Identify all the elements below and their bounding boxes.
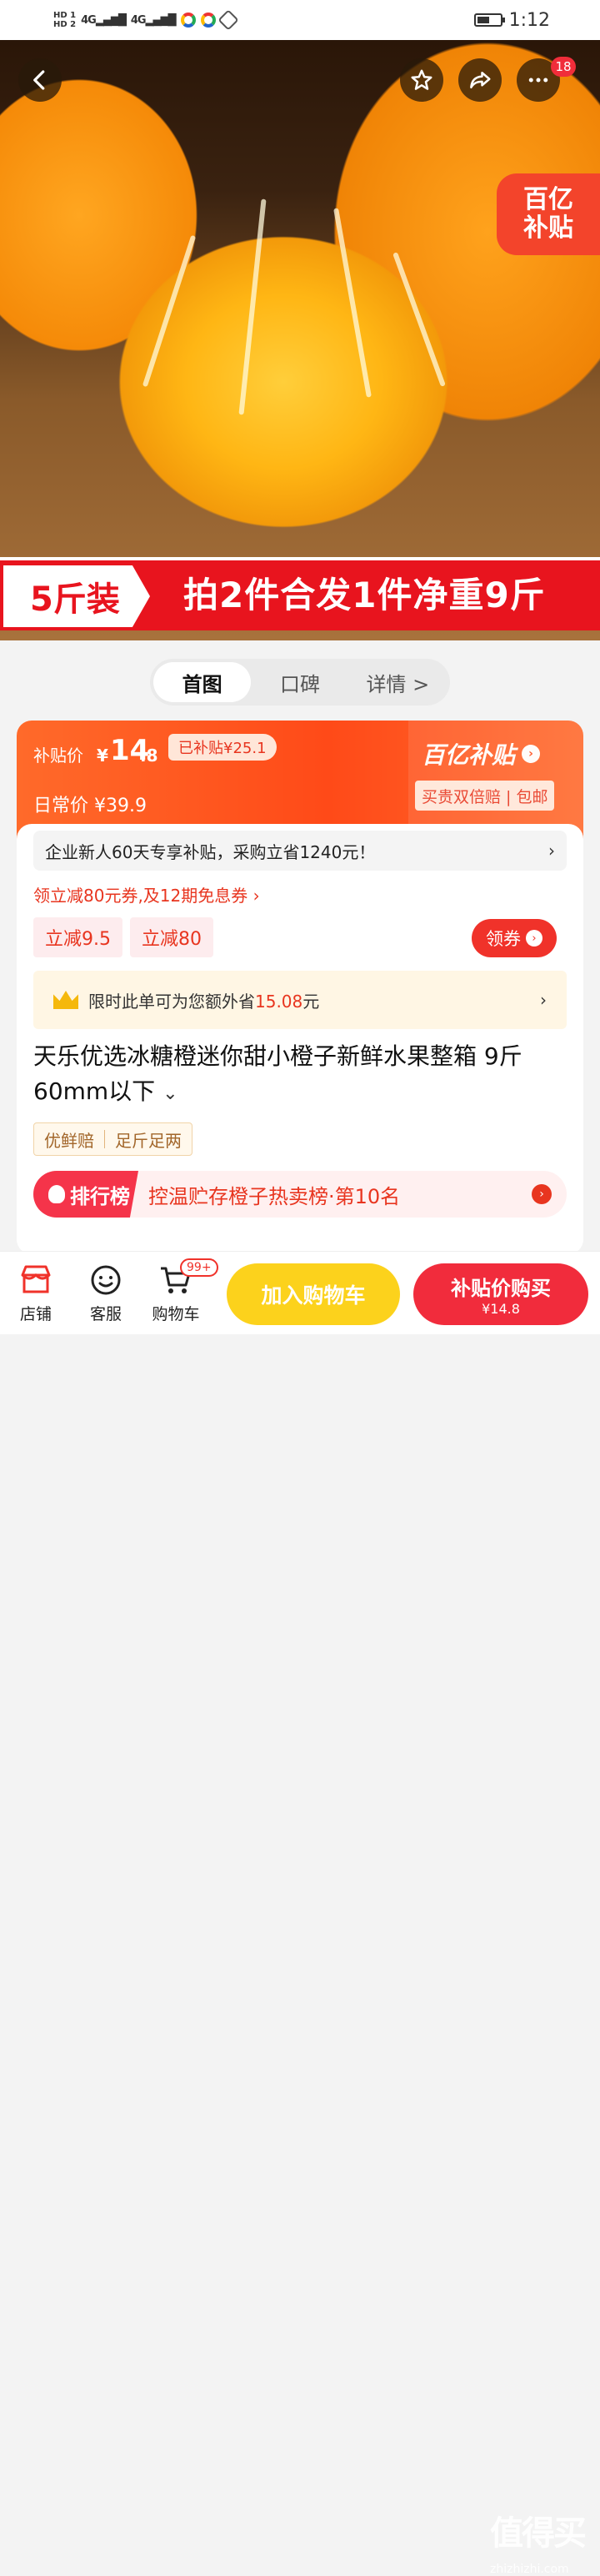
app-notification-icon [180, 13, 196, 28]
shop-button[interactable]: 店铺 [7, 1263, 65, 1324]
more-icon [528, 78, 548, 83]
tab-details[interactable]: 详情 > [349, 662, 447, 702]
discount-tag: 立减9.5 [33, 917, 122, 957]
subsidy-brand-link[interactable]: 百亿补贴 › [422, 737, 541, 771]
clock: 1:12 [508, 9, 550, 31]
get-coupon-button[interactable]: 领券 › [472, 919, 557, 957]
service-guarantees[interactable]: 优鲜赔 足斤足两 [33, 1122, 192, 1156]
ranking-text: 控温贮存橙子热卖榜·第10名 [148, 1184, 401, 1208]
ranking-row[interactable]: 排行榜 控温贮存橙子热卖榜·第10名 › [33, 1171, 567, 1218]
watermark-url: zhizhizhi.com [490, 2563, 569, 2576]
chevron-right-icon: › [522, 745, 541, 763]
hd1-label: HD 1 [53, 11, 77, 20]
chat-icon [91, 1265, 121, 1295]
cart-label: 购物车 [152, 1305, 200, 1323]
share-button[interactable] [458, 58, 502, 102]
favorite-button[interactable] [400, 58, 443, 102]
product-info-card: 补贴价 ¥ 14 .8 已补贴¥25.1 日常价 ¥39.9 百亿补贴 › 买贵… [17, 721, 583, 1254]
status-bar: HD 1 HD 2 4G▂▄▆█ 4G▂▄▆█ 1:12 [0, 0, 600, 40]
bottom-action-bar: 店铺 客服 购物车 99+ 加入购物车 补贴价购买 ¥14.8 值得买 zhiz… [0, 1251, 600, 2576]
add-to-cart-button[interactable]: 加入购物车 [227, 1263, 400, 1325]
extra-saving-row[interactable]: 限时此单可为您额外省15.08元 › [33, 971, 567, 1029]
customer-service-button[interactable]: 客服 [77, 1263, 135, 1324]
buy-label: 补贴价购买 [451, 1277, 551, 1300]
chevron-right-icon: › [526, 930, 542, 947]
promo-weight: 5斤装 [3, 565, 150, 627]
crown-icon [53, 991, 78, 1009]
chevron-right-icon: › [548, 841, 555, 861]
guarantee-fresh: 优鲜赔 [44, 1130, 94, 1151]
currency-symbol: ¥ [97, 746, 108, 766]
chevron-right-icon: › [540, 990, 547, 1010]
price-label: 补贴价 [33, 746, 83, 766]
battery-icon [473, 13, 505, 27]
guarantee-badge: 买贵双倍赔 | 包邮 [415, 781, 555, 811]
tab-main-image[interactable]: 首图 [153, 662, 252, 702]
service-label: 客服 [89, 1305, 122, 1323]
ranking-tag: 排行榜 [33, 1171, 138, 1218]
product-image[interactable]: 百亿 补贴 7 [0, 40, 600, 640]
hd2-label: HD 2 [53, 20, 77, 29]
get-coupon-label: 领券 [486, 929, 521, 949]
cart-count-badge: 99+ [180, 1258, 218, 1277]
buy-now-button[interactable]: 补贴价购买 ¥14.8 [413, 1263, 588, 1325]
promo-banner: 5斤装 拍2件合发1件净重9斤 [0, 557, 600, 630]
chevron-left-icon [33, 70, 45, 90]
orange-segment-line [392, 252, 446, 387]
signal-icon-2: 4G▂▄▆█ [130, 13, 177, 27]
status-right: 1:12 [473, 9, 550, 31]
orange-segment-line [333, 208, 372, 398]
expand-icon[interactable]: ⌄ [162, 1083, 178, 1104]
saving-text: 限时此单可为您额外省15.08元 [88, 991, 320, 1012]
status-left: HD 1 HD 2 4G▂▄▆█ 4G▂▄▆█ [53, 9, 239, 31]
coupon-link[interactable]: 领立减80元券,及12期免息券 › [33, 882, 260, 906]
shop-label: 店铺 [19, 1305, 52, 1323]
notification-badge: 18 [551, 57, 576, 77]
orange-segment-line [142, 234, 197, 388]
new-user-subsidy-row[interactable]: 企业新人60天专享补贴，采购立省1240元！ › [33, 831, 567, 871]
ranking-label: 排行榜 [70, 1184, 130, 1208]
app-notification-icon-2 [200, 13, 216, 28]
watermark: 值得买 [490, 2514, 587, 2553]
new-user-text: 企业新人60天专享补贴，采购立省1240元！ [45, 841, 376, 862]
orange-segment-line [238, 198, 267, 415]
daily-price: 日常价 ¥39.9 [33, 796, 147, 816]
star-icon [411, 69, 432, 90]
price-decimal: .8 [140, 746, 158, 766]
brand-label: 百亿补贴 [422, 741, 516, 769]
guarantee-weight: 足斤足两 [115, 1130, 182, 1151]
tab-reviews[interactable]: 口碑 [251, 662, 348, 702]
discount-tag: 立减80 [130, 917, 213, 957]
image-tabs: 首图 口碑 详情 > [150, 659, 450, 706]
product-title-text: 天乐优选冰糖橙迷你甜小橙子新鲜水果整箱 9斤60mm以下 [33, 1042, 522, 1105]
chevron-right-icon: › [532, 1184, 552, 1204]
hd-indicator: HD 1 HD 2 [53, 11, 76, 29]
buy-price: ¥14.8 [482, 1301, 520, 1317]
subsidy-badge: 已补贴¥25.1 [168, 734, 277, 761]
share-icon [470, 72, 491, 88]
promo-offer: 拍2件合发1件净重9斤 [183, 575, 546, 615]
signal-icon: 4G▂▄▆█ [81, 13, 127, 27]
product-title[interactable]: 天乐优选冰糖橙迷你甜小橙子新鲜水果整箱 9斤60mm以下 ⌄ [33, 1039, 567, 1112]
cart-button[interactable]: 购物车 99+ [147, 1258, 218, 1324]
subsidy-stamp: 百亿 补贴 [497, 173, 600, 255]
shop-icon [21, 1265, 51, 1293]
trophy-icon [48, 1185, 65, 1203]
back-button[interactable] [18, 58, 62, 102]
shield-icon [217, 9, 239, 31]
